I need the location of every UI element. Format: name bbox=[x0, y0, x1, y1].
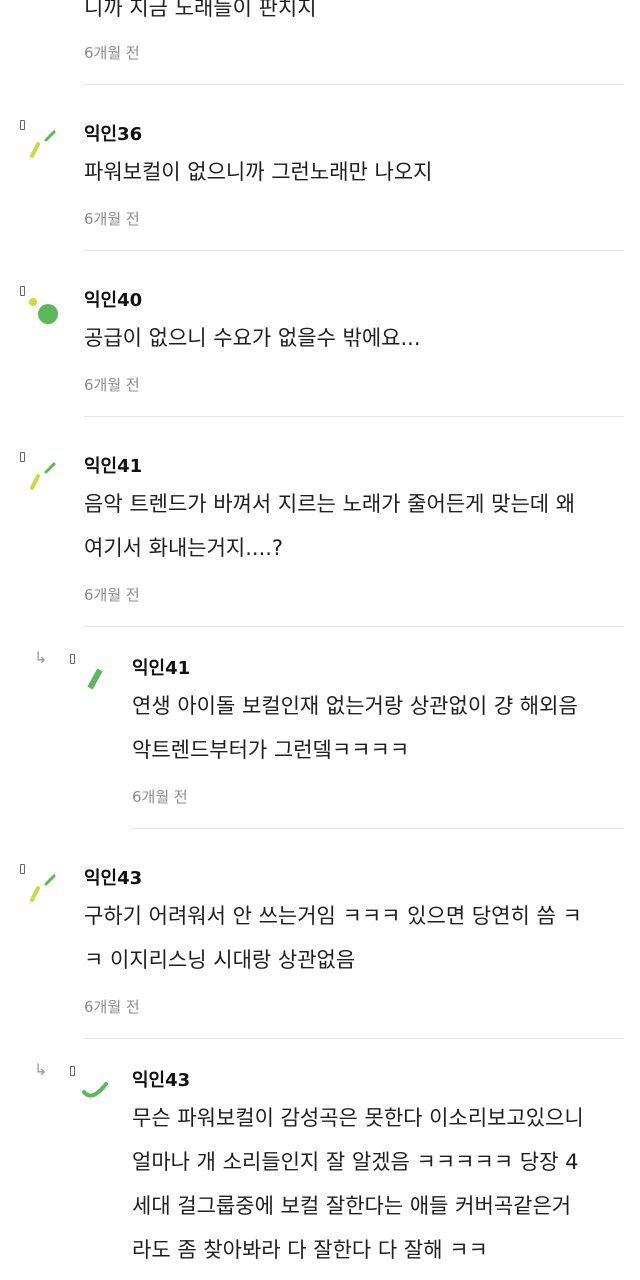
comment-timestamp: 6개월 전 bbox=[84, 44, 140, 62]
comment-text: 니까 지금 노래들이 판치지 bbox=[84, 0, 317, 20]
comment-author[interactable]: 익인41 bbox=[132, 654, 190, 680]
reply-arrow-icon: ↳ bbox=[34, 648, 48, 667]
comment-timestamp: 6개월 전 bbox=[84, 376, 140, 394]
comment-timestamp: 6개월 전 bbox=[132, 788, 188, 806]
avatar bbox=[82, 1082, 108, 1098]
comment-divider bbox=[84, 626, 624, 627]
comment-text: 악트렌드부터가 그런뎈ㅋㅋㅋㅋ bbox=[132, 738, 410, 762]
comment-divider bbox=[132, 828, 624, 829]
avatar bbox=[87, 668, 103, 690]
comment-text: 라도 좀 찾아봐라 다 잘한다 다 잘해 ㅋㅋ bbox=[132, 1238, 488, 1262]
comment-author[interactable]: 익인43 bbox=[84, 864, 142, 890]
comment-text: 구하기 어려워서 안 쓰는거임 ㅋㅋㅋ 있으면 당연히 씀 ㅋ bbox=[84, 904, 582, 928]
comment-divider bbox=[84, 84, 624, 85]
comment-text: 얼마나 개 소리들인지 잘 알겠음 ㅋㅋㅋㅋㅋ 당장 4 bbox=[132, 1150, 579, 1174]
comment-text: 파워보컬이 없으니까 그런노래만 나오지 bbox=[84, 160, 433, 184]
flag-icon[interactable] bbox=[70, 654, 75, 664]
comment-text: 공급이 없으니 수요가 없을수 밖에요... bbox=[84, 326, 421, 350]
comment-text: 음악 트렌드가 바껴서 지르는 노래가 줄어든게 맞는데 왜 bbox=[84, 492, 576, 516]
avatar bbox=[30, 462, 56, 490]
comment-text: 무슨 파워보컬이 감성곡은 못한다 이소리보고있으니 bbox=[132, 1106, 584, 1130]
comment-author[interactable]: 익인36 bbox=[84, 120, 142, 146]
comment-text: 연생 아이돌 보컬인재 없는거랑 상관없이 걍 해외음 bbox=[132, 694, 578, 718]
comment-timestamp: 6개월 전 bbox=[84, 586, 140, 604]
comment-divider bbox=[84, 416, 624, 417]
comment-text: 세대 걸그룹중에 보컬 잘한다는 애들 커버곡같은거 bbox=[132, 1194, 572, 1218]
comment-timestamp: 6개월 전 bbox=[84, 998, 140, 1016]
comment-divider bbox=[84, 250, 624, 251]
avatar bbox=[30, 874, 56, 902]
comment-divider bbox=[84, 1038, 624, 1039]
avatar bbox=[29, 298, 58, 324]
reply-arrow-icon: ↳ bbox=[34, 1060, 48, 1079]
comment-author[interactable]: 익인41 bbox=[84, 452, 142, 478]
comment-text: ㅋ 이지리스닝 시대랑 상관없음 bbox=[84, 948, 356, 972]
flag-icon[interactable] bbox=[70, 1066, 75, 1076]
avatar bbox=[30, 130, 56, 158]
comment-author[interactable]: 익인40 bbox=[84, 286, 142, 312]
comment-text: 여기서 화내는거지....? bbox=[84, 536, 284, 560]
comment-timestamp: 6개월 전 bbox=[84, 210, 140, 228]
comment-author[interactable]: 익인43 bbox=[132, 1066, 190, 1092]
